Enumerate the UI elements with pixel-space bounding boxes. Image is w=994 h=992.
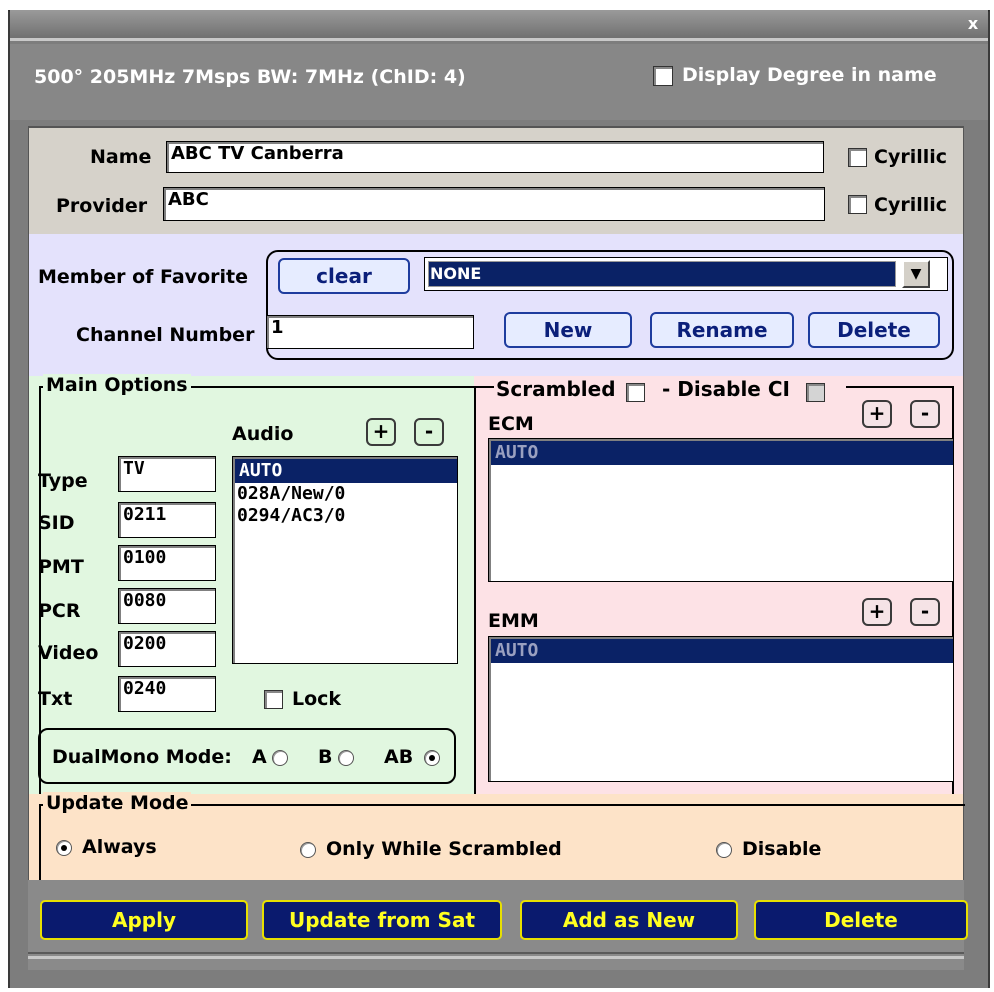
- display-degree-checkbox[interactable]: [653, 66, 673, 86]
- new-favorite-button[interactable]: New: [504, 312, 632, 348]
- name-cyrillic-checkbox[interactable]: [848, 148, 867, 167]
- name-cyrillic-label: Cyrillic: [874, 146, 948, 168]
- emm-item-selected[interactable]: AUTO: [491, 639, 953, 663]
- audio-item[interactable]: 028A/New/0: [233, 483, 457, 505]
- scrambled-checkbox[interactable]: [626, 383, 645, 402]
- radio-selected-dot: [429, 755, 435, 761]
- chevron-down-icon[interactable]: ▼: [902, 260, 930, 288]
- main-options-legend: Main Options: [43, 374, 191, 396]
- txt-label: Txt: [38, 688, 73, 710]
- close-icon[interactable]: x: [962, 13, 984, 35]
- delete-button[interactable]: Delete: [754, 900, 968, 940]
- lock-label: Lock: [292, 688, 342, 710]
- ecm-list[interactable]: AUTO: [488, 438, 954, 582]
- update-mode-legend: Update Mode: [43, 792, 192, 814]
- sid-label: SID: [38, 512, 75, 534]
- clear-button[interactable]: clear: [278, 258, 410, 294]
- type-label: Type: [38, 470, 88, 492]
- update-always-radio[interactable]: [56, 840, 72, 856]
- ecm-add-button[interactable]: +: [862, 400, 892, 428]
- dualmono-b-label: B: [318, 746, 333, 768]
- window-top-bar: [10, 10, 988, 40]
- update-mode-section: Update Mode: [28, 792, 965, 880]
- bottom-divider-dark: [28, 952, 964, 954]
- audio-label: Audio: [232, 423, 294, 445]
- channel-info-title: 500° 205MHz 7Msps BW: 7MHz (ChID: 4): [34, 66, 466, 88]
- update-always-label: Always: [82, 836, 157, 858]
- update-mode-border-left: [39, 804, 41, 880]
- emm-remove-button[interactable]: -: [910, 598, 940, 626]
- audio-item[interactable]: 0294/AC3/0: [233, 505, 457, 527]
- ecm-remove-button[interactable]: -: [910, 400, 940, 428]
- type-field[interactable]: TV: [118, 456, 216, 492]
- lock-checkbox[interactable]: [264, 690, 283, 709]
- delete-favorite-button[interactable]: Delete: [808, 312, 940, 348]
- add-as-new-button[interactable]: Add as New: [520, 900, 738, 940]
- provider-cyrillic-checkbox[interactable]: [848, 195, 867, 214]
- provider-label: Provider: [56, 195, 148, 217]
- dualmono-label: DualMono Mode:: [52, 746, 232, 768]
- dualmono-ab-label: AB: [384, 746, 414, 768]
- pmt-field[interactable]: 0100: [118, 545, 216, 581]
- display-degree-label: Display Degree in name: [682, 64, 937, 86]
- audio-item-selected[interactable]: AUTO: [235, 459, 457, 483]
- provider-cyrillic-label: Cyrillic: [874, 194, 948, 216]
- dualmono-ab-radio[interactable]: [424, 750, 440, 766]
- emm-label: EMM: [488, 610, 539, 632]
- dualmono-a-radio[interactable]: [272, 750, 288, 766]
- emm-add-button[interactable]: +: [862, 598, 892, 626]
- audio-list[interactable]: AUTO 028A/New/0 0294/AC3/0: [232, 456, 458, 664]
- update-disable-radio[interactable]: [716, 842, 732, 858]
- pcr-label: PCR: [38, 600, 81, 622]
- update-disable-label: Disable: [742, 838, 822, 860]
- member-of-favorite-label: Member of Favorite: [38, 266, 248, 288]
- scrambled-label: Scrambled: [496, 377, 616, 401]
- update-only-scrambled-radio[interactable]: [300, 842, 316, 858]
- update-only-scrambled-label: Only While Scrambled: [326, 838, 562, 860]
- channel-number-field[interactable]: 1: [266, 315, 474, 349]
- ecm-item-selected[interactable]: AUTO: [491, 441, 953, 465]
- scrambled-border-left: [474, 386, 476, 794]
- dualmono-a-label: A: [252, 746, 267, 768]
- disable-ci-label: - Disable CI: [662, 377, 790, 401]
- window-top-divider: [10, 38, 988, 41]
- bottom-divider-light: [28, 956, 964, 959]
- ecm-label: ECM: [488, 413, 534, 435]
- txt-field[interactable]: 0240: [118, 676, 216, 712]
- apply-button[interactable]: Apply: [40, 900, 248, 940]
- video-field[interactable]: 0200: [118, 631, 216, 667]
- name-field[interactable]: ABC TV Canberra: [166, 141, 824, 173]
- channel-number-label: Channel Number: [76, 324, 255, 346]
- radio-selected-dot: [61, 845, 67, 851]
- disable-ci-checkbox[interactable]: [806, 383, 825, 402]
- dualmono-b-radio[interactable]: [338, 750, 354, 766]
- provider-field[interactable]: ABC: [163, 187, 825, 221]
- audio-remove-button[interactable]: -: [414, 418, 444, 446]
- favorite-selected-value: NONE: [428, 261, 896, 287]
- pmt-label: PMT: [38, 556, 84, 578]
- audio-add-button[interactable]: +: [366, 418, 396, 446]
- sid-field[interactable]: 0211: [118, 502, 216, 538]
- name-label: Name: [90, 146, 152, 168]
- emm-list[interactable]: AUTO: [488, 636, 954, 782]
- update-from-sat-button[interactable]: Update from Sat: [262, 900, 502, 940]
- pcr-field[interactable]: 0080: [118, 588, 216, 624]
- rename-favorite-button[interactable]: Rename: [650, 312, 794, 348]
- video-label: Video: [38, 642, 99, 664]
